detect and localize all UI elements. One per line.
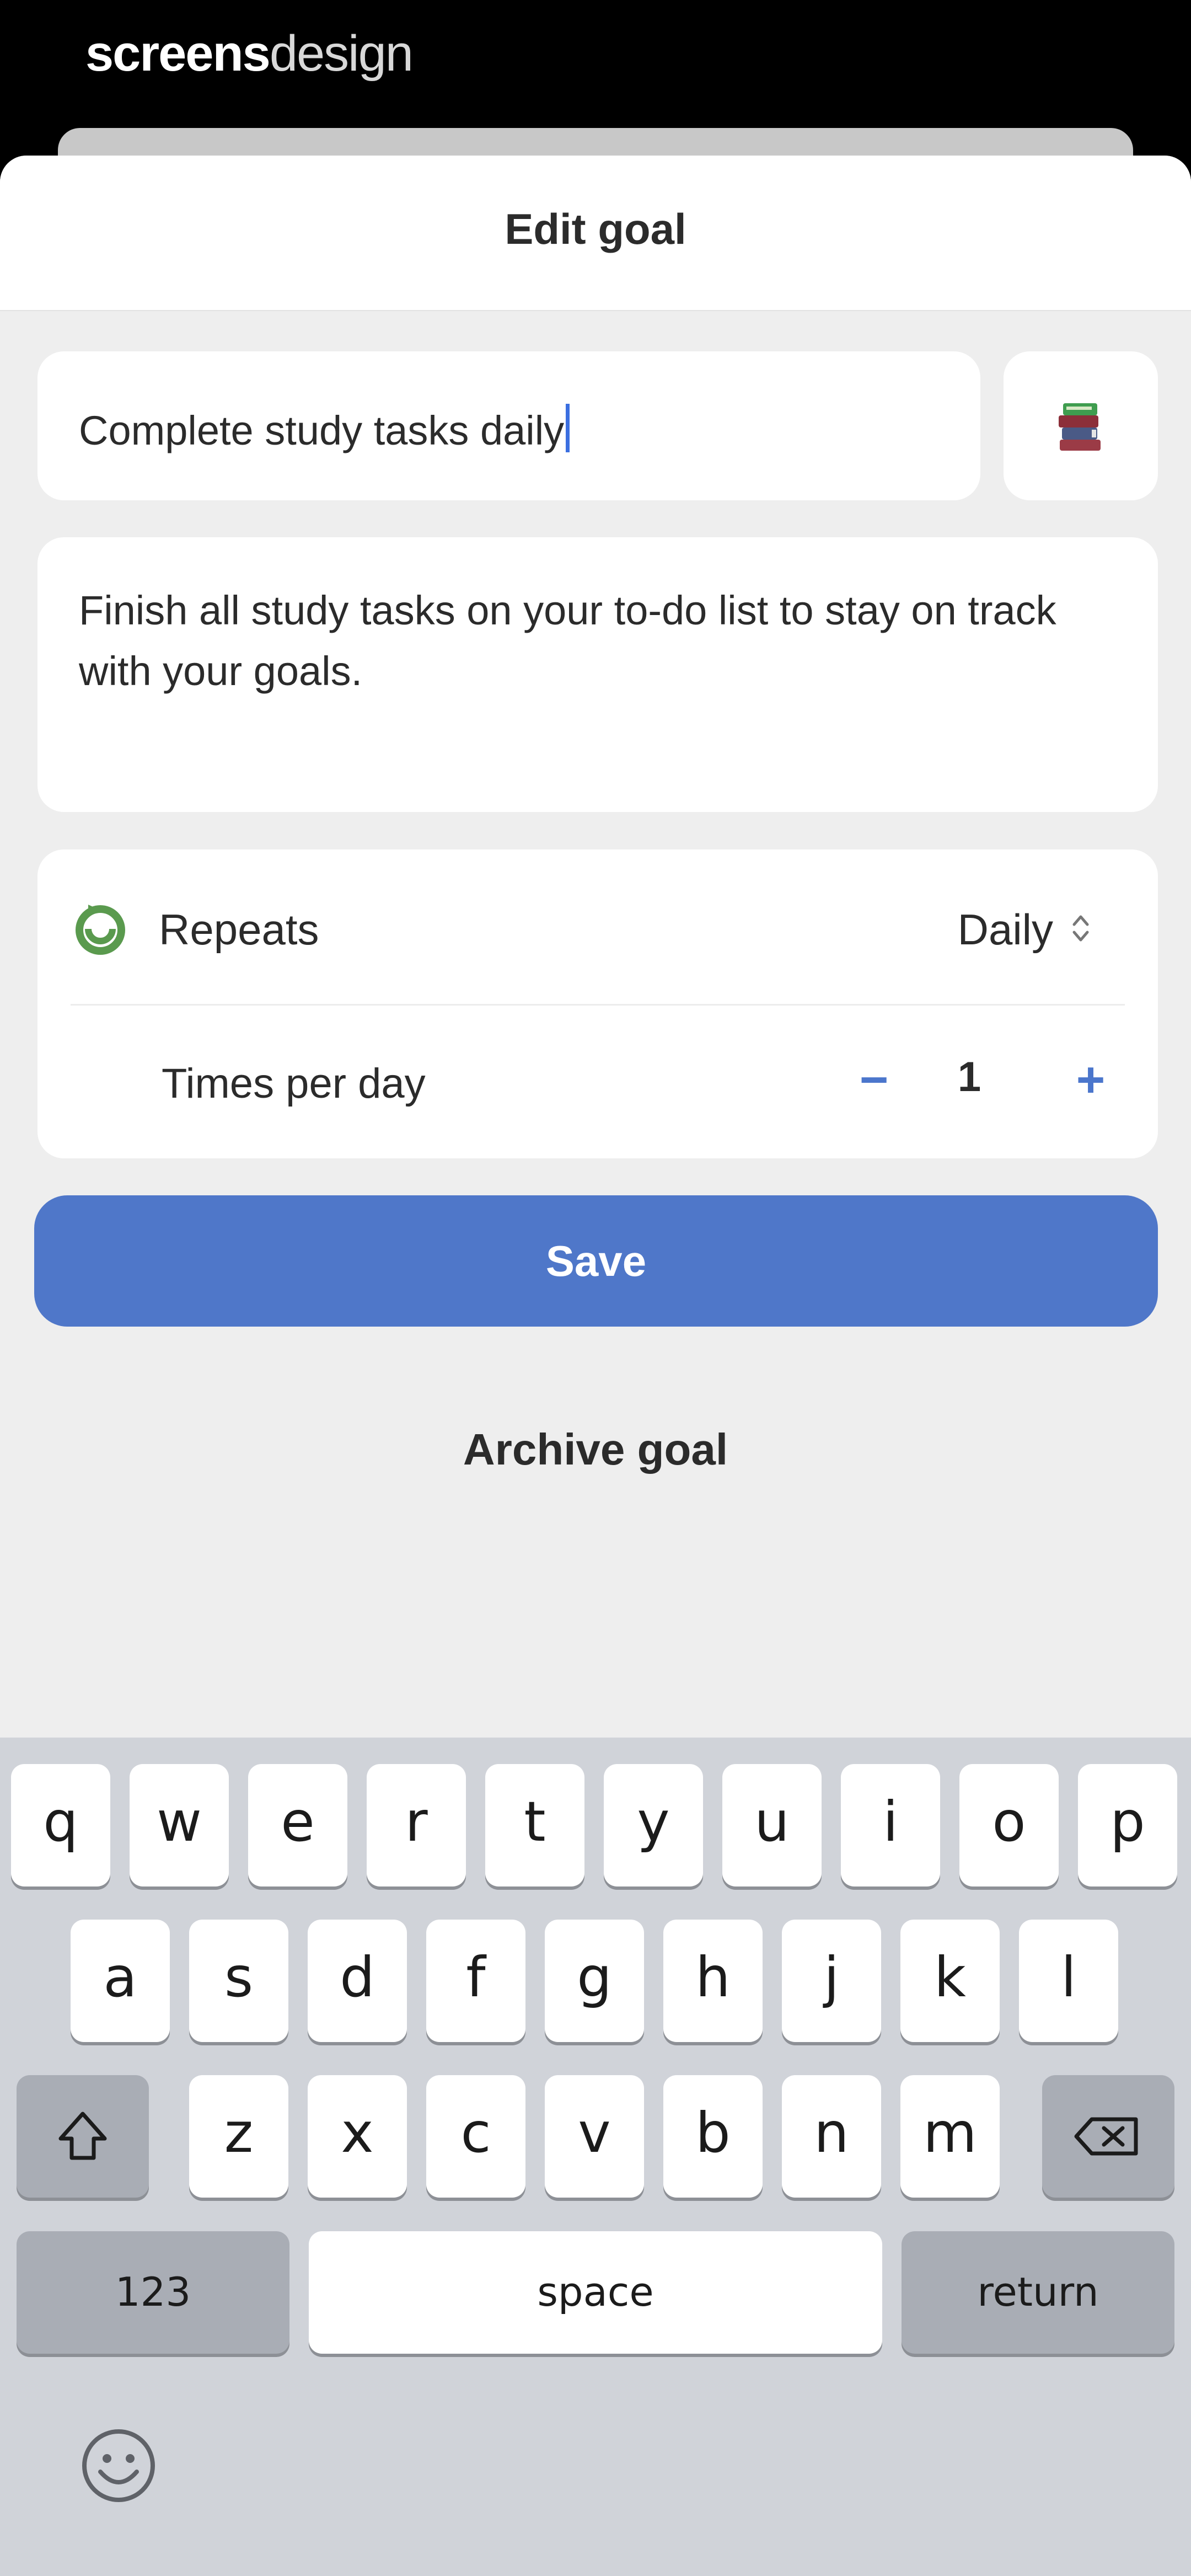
key-s[interactable]: s — [189, 1920, 288, 2042]
shift-key[interactable] — [17, 2075, 149, 2198]
shift-icon — [58, 2112, 107, 2160]
key-y[interactable]: y — [604, 1764, 703, 1886]
repeats-value[interactable]: Daily — [958, 905, 1053, 955]
keyboard: q w e r t y u i o p a s d f g h j k l z … — [0, 1738, 1191, 2576]
key-m[interactable]: m — [900, 2075, 1000, 2198]
repeats-row[interactable]: Repeats Daily — [37, 849, 1158, 1004]
chevron-up-down-icon — [1072, 915, 1089, 942]
times-per-day-row: Times per day − 1 + — [37, 1006, 1158, 1158]
times-per-day-value: 1 — [957, 1054, 981, 1100]
key-z[interactable]: z — [189, 2075, 288, 2198]
key-h[interactable]: h — [663, 1920, 763, 2042]
times-per-day-label: Times per day — [162, 1060, 426, 1107]
page-title: Edit goal — [505, 205, 686, 253]
emoji-picker-button[interactable] — [1004, 351, 1158, 500]
return-key[interactable]: return — [902, 2231, 1174, 2354]
increment-button[interactable]: + — [1060, 1044, 1121, 1116]
goal-options-card: Repeats Daily Times per day − 1 + — [37, 849, 1158, 1158]
text-cursor — [566, 404, 570, 452]
books-icon — [1059, 403, 1101, 451]
key-g[interactable]: g — [545, 1920, 644, 2042]
key-i[interactable]: i — [841, 1764, 940, 1886]
save-button[interactable]: Save — [34, 1195, 1158, 1327]
space-key[interactable]: space — [309, 2231, 882, 2354]
goal-title-input[interactable]: Complete study tasks daily — [37, 351, 980, 500]
key-u[interactable]: u — [722, 1764, 822, 1886]
goal-description-text: Finish all study tasks on your to-do lis… — [79, 587, 1056, 694]
brand-logo-bold: screens — [85, 25, 271, 82]
key-l[interactable]: l — [1019, 1920, 1118, 2042]
key-c[interactable]: c — [426, 2075, 525, 2198]
key-a[interactable]: a — [71, 1920, 170, 2042]
backspace-icon — [1074, 2117, 1138, 2156]
brand-logo: screensdesign — [85, 23, 414, 84]
brand-logo-light: design — [269, 25, 414, 82]
key-e[interactable]: e — [248, 1764, 347, 1886]
decrement-button[interactable]: − — [844, 1044, 904, 1116]
repeat-icon — [76, 905, 125, 955]
sheet-header: Edit goal — [0, 156, 1191, 311]
key-p[interactable]: p — [1078, 1764, 1177, 1886]
edit-goal-sheet: Edit goal Complete study tasks daily Fin… — [0, 156, 1191, 1749]
key-w[interactable]: w — [130, 1764, 229, 1886]
key-x[interactable]: x — [308, 2075, 407, 2198]
numbers-key[interactable]: 123 — [17, 2231, 289, 2354]
repeats-label: Repeats — [159, 905, 319, 954]
goal-title-text: Complete study tasks daily — [79, 404, 570, 454]
key-f[interactable]: f — [426, 1920, 525, 2042]
key-n[interactable]: n — [782, 2075, 881, 2198]
key-t[interactable]: t — [485, 1764, 584, 1886]
archive-goal-button[interactable]: Archive goal — [0, 1424, 1191, 1475]
key-o[interactable]: o — [959, 1764, 1059, 1886]
key-v[interactable]: v — [545, 2075, 644, 2198]
backspace-key[interactable] — [1042, 2075, 1174, 2198]
key-d[interactable]: d — [308, 1920, 407, 2042]
key-b[interactable]: b — [663, 2075, 763, 2198]
goal-title-value: Complete study tasks daily — [79, 408, 565, 453]
key-r[interactable]: r — [367, 1764, 466, 1886]
emoji-keyboard-icon[interactable] — [77, 2424, 160, 2507]
key-k[interactable]: k — [900, 1920, 1000, 2042]
key-q[interactable]: q — [11, 1764, 110, 1886]
goal-description-field[interactable]: Finish all study tasks on your to-do lis… — [37, 537, 1158, 812]
key-j[interactable]: j — [782, 1920, 881, 2042]
